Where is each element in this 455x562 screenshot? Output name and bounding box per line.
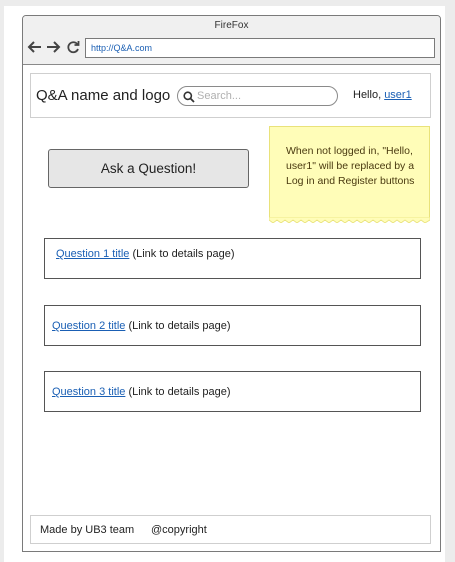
browser-titlebar: FireFox http://Q&A.com (23, 16, 440, 65)
sticky-note-edge (269, 217, 430, 223)
footer-copyright: @copyright (151, 524, 207, 536)
search-input[interactable] (197, 88, 332, 104)
user-profile-link[interactable]: user1 (384, 89, 412, 101)
question-line: Question 1 title (Link to details page) (56, 248, 235, 260)
search-icon (183, 90, 195, 103)
question-line: Question 2 title (Link to details page) (52, 320, 231, 332)
sticky-note: When not logged in, "Hello, user1" will … (269, 126, 430, 218)
greeting: Hello, user1 (353, 89, 412, 101)
question-title-link[interactable]: Question 2 title (52, 320, 125, 332)
browser-window: FireFox http://Q&A.com Q&A name and logo… (22, 15, 441, 552)
brand-name-logo: Q&A name and logo (36, 87, 171, 104)
question-link-note: (Link to details page) (128, 320, 231, 332)
question-line: Question 3 title (Link to details page) (52, 386, 231, 398)
canvas-top-strip (0, 0, 455, 6)
site-footer: Made by UB3 team @copyright (30, 515, 431, 544)
question-card: Question 1 title (Link to details page) (44, 238, 421, 279)
url-bar[interactable]: http://Q&A.com (85, 38, 435, 58)
canvas-left-strip (0, 0, 4, 562)
question-title-link[interactable]: Question 3 title (52, 386, 125, 398)
window-title: FireFox (214, 20, 249, 31)
question-link-note: (Link to details page) (132, 248, 235, 260)
canvas-right-strip (445, 0, 455, 562)
forward-arrow-icon[interactable] (45, 38, 61, 56)
ask-question-button[interactable]: Ask a Question! (48, 149, 249, 188)
footer-team: Made by UB3 team (40, 524, 135, 536)
question-title-link[interactable]: Question 1 title (56, 248, 129, 260)
search-box[interactable] (177, 86, 338, 106)
question-link-note: (Link to details page) (128, 386, 231, 398)
greeting-prefix: Hello, (353, 89, 385, 101)
site-header: Q&A name and logo Hello, user1 (30, 73, 431, 118)
question-card: Question 3 title (Link to details page) (44, 371, 421, 412)
reload-icon[interactable] (65, 38, 81, 56)
back-arrow-icon[interactable] (27, 38, 43, 56)
question-card: Question 2 title (Link to details page) (44, 305, 421, 346)
